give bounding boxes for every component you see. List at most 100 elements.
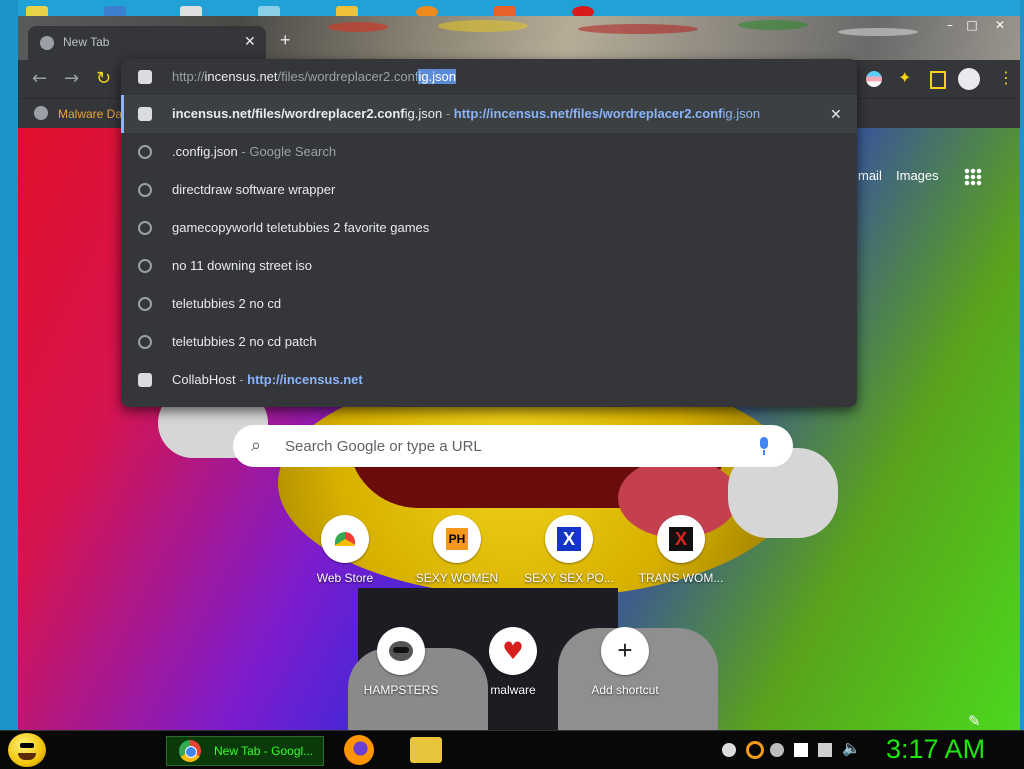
x-glyph: X: [557, 527, 581, 551]
maximize-button[interactable]: □: [962, 18, 982, 32]
shortcut-malware[interactable]: ♥ malware: [465, 627, 561, 717]
x-glyph: X: [669, 527, 693, 551]
tray-network-icon[interactable]: [818, 743, 832, 757]
shortcut-label: malware: [490, 683, 536, 697]
tray-smiley-icon[interactable]: [770, 743, 784, 757]
wallpaper-paint: [578, 24, 698, 34]
shortcut-trans-wom[interactable]: X TRANS WOM...: [633, 515, 729, 605]
menu-kebab-icon[interactable]: ⋮: [998, 68, 1014, 87]
bookmark-malware-data[interactable]: Malware Da: [58, 107, 122, 121]
selection-indicator: [121, 95, 124, 133]
shortcut-label: Add shortcut: [591, 683, 659, 697]
raccoon-mask: [393, 647, 409, 653]
chrome-tab-icon: [40, 36, 54, 50]
suggestion-row[interactable]: no 11 downing street iso: [121, 247, 857, 285]
add-shortcut-button[interactable]: + Add shortcut: [577, 627, 673, 717]
close-window-button[interactable]: ✕: [990, 18, 1010, 32]
profile-avatar-icon[interactable]: [958, 68, 980, 90]
remove-suggestion-close-icon[interactable]: ✕: [830, 106, 842, 123]
shortcut-label: SEXY WOMEN: [415, 571, 499, 585]
suggestion-row[interactable]: incensus.net/files/wordreplacer2.config.…: [121, 95, 857, 133]
tab-new-tab[interactable]: New Tab ✕: [28, 26, 266, 60]
omnibox-url: http://incensus.net/files/wordreplacer2.…: [172, 69, 457, 84]
omnibox-input[interactable]: http://incensus.net/files/wordreplacer2.…: [121, 59, 857, 95]
shortcut-sexy-women[interactable]: PH SEXY WOMEN: [409, 515, 505, 605]
suggestion-row[interactable]: teletubbies 2 no cd patch: [121, 323, 857, 361]
heart-glyph: ♥: [502, 637, 524, 665]
forward-icon[interactable]: →: [64, 68, 79, 89]
suggestion-row[interactable]: CollabHost - http://incensus.net: [121, 361, 857, 399]
side-panel-icon[interactable]: [930, 71, 946, 89]
webstore-icon: [321, 515, 369, 563]
wallpaper-paint: [328, 22, 388, 32]
wallpaper-paint: [838, 28, 918, 36]
reload-icon[interactable]: ↻: [96, 68, 111, 89]
suggestion-row[interactable]: .config.json - Google Search: [121, 133, 857, 171]
new-tab-plus-icon[interactable]: +: [280, 30, 291, 51]
clock-icon: [138, 297, 152, 311]
shortcut-label: Web Store: [316, 571, 374, 585]
tray-volume-icon[interactable]: 🔈: [842, 739, 861, 757]
apps-grid-icon[interactable]: [964, 168, 982, 186]
smiley-mouth: [18, 753, 36, 760]
wallpaper-paint: [738, 20, 808, 30]
chrome-icon-center: [185, 746, 197, 758]
clock-icon: [138, 259, 152, 273]
suggestion-row[interactable]: directdraw software wrapper: [121, 171, 857, 209]
desktop-right-edge: [1020, 0, 1024, 730]
site-icon: [138, 107, 152, 121]
start-smiley-icon[interactable]: [8, 733, 46, 767]
suggestion-text: teletubbies 2 no cd: [172, 296, 282, 311]
title-bar[interactable]: – □ ✕ New Tab ✕ +: [18, 16, 1020, 60]
tray-search-icon[interactable]: [746, 741, 764, 759]
microphone-icon[interactable]: [760, 437, 768, 449]
firefox-icon[interactable]: [344, 735, 374, 765]
suggestion-text: gamecopyworld teletubbies 2 favorite gam…: [172, 220, 430, 235]
trans-flag-extension-icon[interactable]: [866, 71, 882, 87]
suggestion-text: directdraw software wrapper: [172, 182, 336, 197]
taskbar-clock[interactable]: 3:17 AM: [886, 734, 985, 765]
suggestion-text: teletubbies 2 no cd patch: [172, 334, 317, 349]
smiley-glasses: [20, 743, 34, 748]
heart-icon: ♥: [489, 627, 537, 675]
clock-icon: [138, 221, 152, 235]
suggestion-text: no 11 downing street iso: [172, 258, 312, 273]
suggestion-row[interactable]: gamecopyworld teletubbies 2 favorite gam…: [121, 209, 857, 247]
suggestion-text: .config.json - Google Search: [172, 144, 337, 159]
microphone-stem: [763, 450, 765, 455]
back-icon[interactable]: ←: [32, 68, 47, 89]
wallpaper-paint: [438, 20, 528, 32]
webstore-icon-glyph: [335, 532, 355, 546]
images-link[interactable]: Images: [896, 168, 939, 183]
clock-icon: [138, 335, 152, 349]
x-red-icon: X: [657, 515, 705, 563]
customize-pencil-icon[interactable]: ✎: [968, 712, 981, 730]
shortcut-label: TRANS WOM...: [638, 571, 724, 585]
taskbar-item-chrome[interactable]: New Tab - Googl...: [166, 736, 324, 766]
tray-disc-icon[interactable]: [722, 743, 736, 757]
google-search-box[interactable]: ⌕ Search Google or type a URL: [233, 425, 793, 467]
tray-flag-icon[interactable]: [794, 743, 808, 757]
suggestion-row[interactable]: teletubbies 2 no cd: [121, 285, 857, 323]
omnibox-selected-text: ig.json: [418, 69, 457, 84]
shortcut-hampsters[interactable]: HAMPSTERS: [353, 627, 449, 717]
minimize-button[interactable]: –: [940, 18, 960, 32]
x-blue-icon: X: [545, 515, 593, 563]
search-input-placeholder: Search Google or type a URL: [285, 438, 482, 455]
shortcut-web-store[interactable]: Web Store: [297, 515, 393, 605]
site-icon: [138, 70, 152, 84]
bookmark-favicon-icon: [34, 106, 48, 120]
close-icon[interactable]: ✕: [244, 33, 256, 50]
site-icon: [138, 373, 152, 387]
gmail-link[interactable]: mail: [858, 168, 882, 183]
shortcut-label: SEXY SEX PO...: [524, 571, 614, 585]
ph-icon: PH: [433, 515, 481, 563]
plus-glyph: +: [617, 635, 633, 665]
folder-icon[interactable]: [410, 737, 442, 763]
omnibox-dropdown: http://incensus.net/files/wordreplacer2.…: [121, 59, 857, 407]
puzzle-extension-icon[interactable]: ✦: [898, 68, 911, 88]
shortcut-sexy-sex-po[interactable]: X SEXY SEX PO...: [521, 515, 617, 605]
taskbar: New Tab - Googl... 🔈 3:17 AM: [0, 730, 1024, 769]
suggestion-text: CollabHost - http://incensus.net: [172, 372, 363, 387]
clock-icon: [138, 145, 152, 159]
